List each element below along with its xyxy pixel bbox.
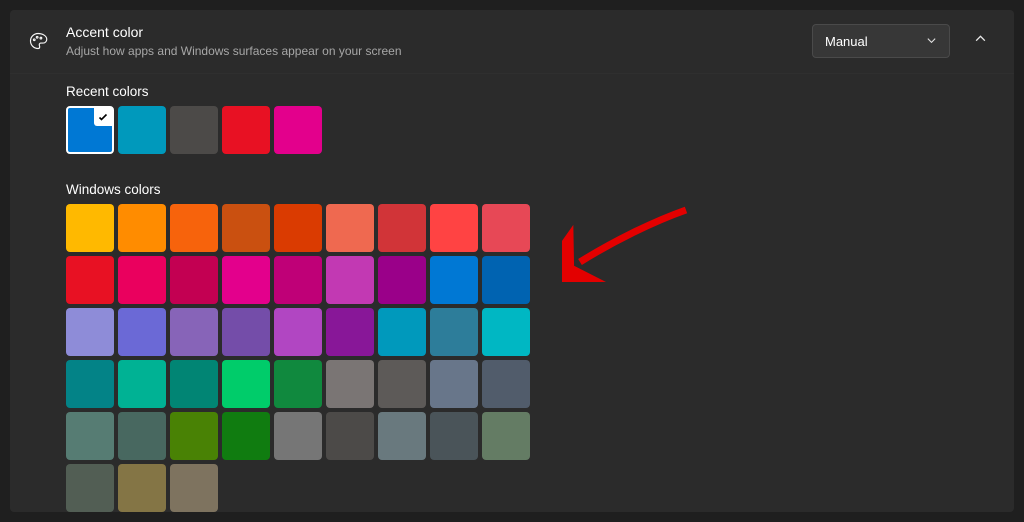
windows-color-swatch[interactable] (222, 204, 270, 252)
windows-color-swatch[interactable] (66, 204, 114, 252)
panel-header: Accent color Adjust how apps and Windows… (10, 10, 1014, 74)
windows-color-swatch[interactable] (118, 412, 166, 460)
windows-color-swatch[interactable] (118, 308, 166, 356)
windows-color-swatch[interactable] (118, 256, 166, 304)
windows-color-swatch[interactable] (274, 256, 322, 304)
panel-title: Accent color (66, 24, 812, 42)
windows-color-swatch[interactable] (170, 308, 218, 356)
windows-color-swatch[interactable] (274, 204, 322, 252)
windows-color-swatch[interactable] (170, 256, 218, 304)
windows-color-swatch[interactable] (482, 204, 530, 252)
windows-color-swatch[interactable] (118, 360, 166, 408)
windows-color-swatch[interactable] (170, 204, 218, 252)
windows-color-swatch[interactable] (66, 360, 114, 408)
windows-color-swatch[interactable] (274, 308, 322, 356)
windows-color-swatch[interactable] (326, 412, 374, 460)
palette-icon (28, 31, 48, 51)
accent-mode-dropdown[interactable]: Manual (812, 24, 950, 58)
windows-color-swatch[interactable] (378, 308, 426, 356)
panel-subtitle: Adjust how apps and Windows surfaces app… (66, 44, 812, 59)
windows-colors-label: Windows colors (66, 182, 1014, 197)
recent-color-swatch[interactable] (170, 106, 218, 154)
recent-color-swatch[interactable] (118, 106, 166, 154)
windows-color-swatch[interactable] (170, 360, 218, 408)
accent-color-panel: Accent color Adjust how apps and Windows… (10, 10, 1014, 512)
windows-color-swatch[interactable] (274, 360, 322, 408)
windows-color-swatch[interactable] (482, 256, 530, 304)
checkmark-icon (94, 108, 112, 126)
windows-color-swatch[interactable] (378, 412, 426, 460)
windows-color-swatch[interactable] (222, 256, 270, 304)
recent-color-swatch[interactable] (222, 106, 270, 154)
windows-color-swatch[interactable] (118, 204, 166, 252)
windows-color-swatch[interactable] (326, 360, 374, 408)
header-controls: Manual (812, 24, 996, 58)
windows-color-swatch[interactable] (222, 412, 270, 460)
windows-color-swatch[interactable] (66, 256, 114, 304)
windows-color-swatch[interactable] (326, 256, 374, 304)
windows-color-swatch[interactable] (378, 360, 426, 408)
collapse-button[interactable] (964, 25, 996, 57)
windows-color-swatch[interactable] (66, 464, 114, 512)
windows-color-swatch[interactable] (170, 464, 218, 512)
windows-color-swatch[interactable] (378, 204, 426, 252)
windows-color-swatch[interactable] (482, 412, 530, 460)
windows-color-swatch[interactable] (274, 412, 322, 460)
windows-color-swatch[interactable] (222, 308, 270, 356)
windows-color-swatch[interactable] (222, 360, 270, 408)
windows-color-swatch[interactable] (430, 256, 478, 304)
annotation-arrow (562, 202, 692, 287)
recent-colors-label: Recent colors (66, 84, 1014, 99)
recent-color-swatch[interactable] (274, 106, 322, 154)
dropdown-value: Manual (825, 34, 868, 49)
windows-color-swatch[interactable] (118, 464, 166, 512)
windows-colors-grid (66, 204, 534, 512)
windows-color-swatch[interactable] (430, 412, 478, 460)
windows-color-swatch[interactable] (482, 308, 530, 356)
windows-color-swatch[interactable] (326, 308, 374, 356)
recent-colors-row (66, 106, 534, 154)
chevron-down-icon (926, 34, 937, 49)
chevron-up-icon (974, 32, 987, 50)
recent-color-swatch[interactable] (66, 106, 114, 154)
windows-color-swatch[interactable] (430, 204, 478, 252)
panel-body: Recent colors Windows colors (10, 74, 1014, 512)
windows-color-swatch[interactable] (326, 204, 374, 252)
windows-color-swatch[interactable] (430, 308, 478, 356)
windows-color-swatch[interactable] (430, 360, 478, 408)
windows-color-swatch[interactable] (66, 412, 114, 460)
windows-color-swatch[interactable] (482, 360, 530, 408)
windows-color-swatch[interactable] (66, 308, 114, 356)
header-text: Accent color Adjust how apps and Windows… (66, 24, 812, 59)
windows-color-swatch[interactable] (170, 412, 218, 460)
windows-color-swatch[interactable] (378, 256, 426, 304)
